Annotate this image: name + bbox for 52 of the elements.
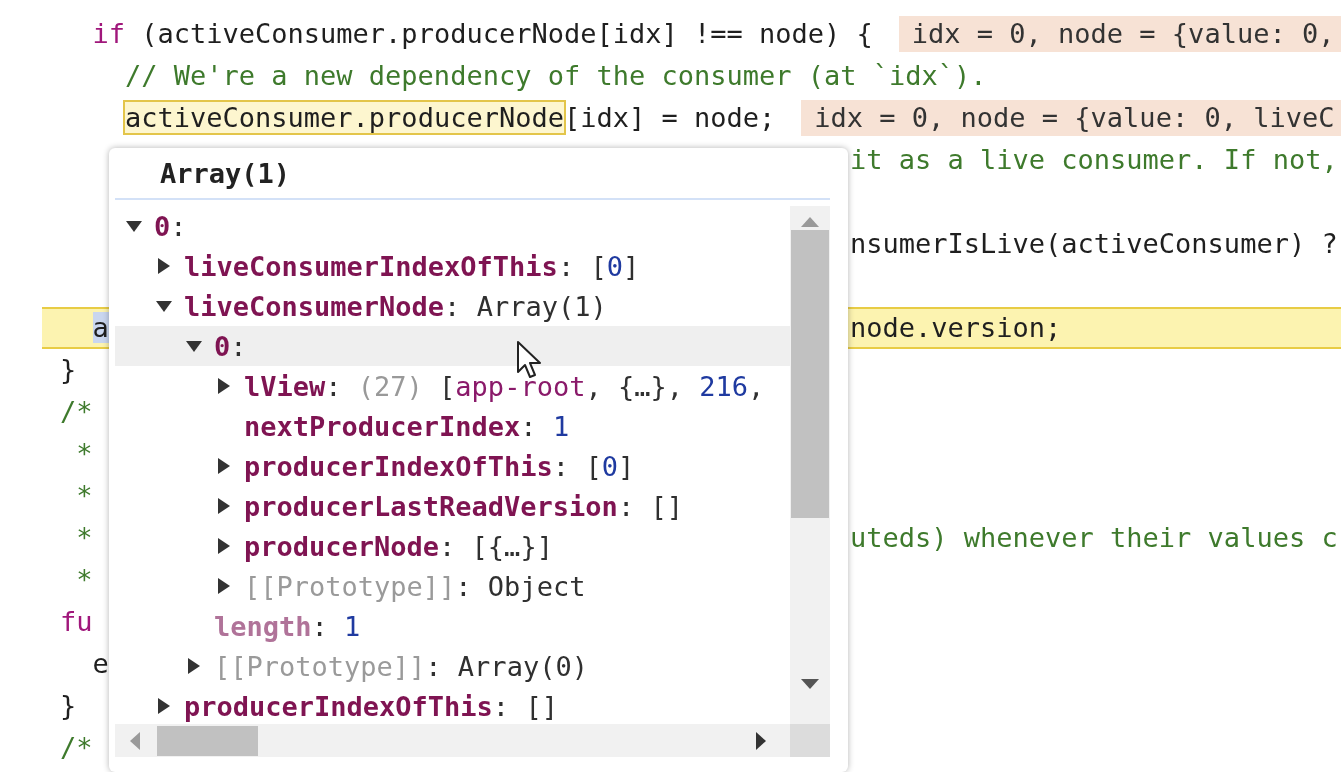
code-line: * bbox=[75, 563, 93, 597]
property-text: producerLastReadVersion: [] bbox=[244, 490, 683, 522]
code-fragment: it as a live consumer. If not, bbox=[850, 143, 1338, 177]
property-text: 0: bbox=[154, 210, 187, 242]
tree-row[interactable]: liveConsumerNode: Array(1) bbox=[115, 286, 790, 326]
property-text: [[Prototype]]: Object bbox=[244, 570, 586, 602]
property-text: producerIndexOfThis: [] bbox=[184, 690, 558, 722]
tree-row[interactable]: 0: bbox=[115, 206, 790, 246]
scroll-right-icon[interactable] bbox=[755, 730, 767, 751]
tree-row[interactable]: 0: bbox=[115, 326, 790, 366]
tree-row[interactable]: producerLastReadVersion: [] bbox=[115, 486, 790, 526]
tree-row[interactable]: producerIndexOfThis: [] bbox=[115, 686, 790, 724]
property-text: [[Prototype]]: Array(0) bbox=[214, 650, 588, 682]
scrollbar-thumb[interactable] bbox=[791, 230, 829, 518]
code-line: /* bbox=[60, 731, 93, 765]
code-line: * bbox=[75, 437, 93, 471]
scrollbar-corner bbox=[790, 724, 830, 757]
code-fragment: uteds) whenever their values c bbox=[850, 521, 1338, 555]
property-text: length: 1 bbox=[214, 610, 361, 642]
code-line: e bbox=[91, 647, 109, 681]
property-text: liveConsumerNode: Array(1) bbox=[184, 290, 607, 322]
tree-row[interactable]: lView: (27) [app-root, {…}, 216, bbox=[115, 366, 790, 406]
scroll-down-icon[interactable] bbox=[800, 678, 820, 690]
popover-title: Array(1) bbox=[160, 157, 291, 189]
tree-row[interactable]: length: 1 bbox=[115, 606, 790, 646]
tree-row[interactable]: [[Prototype]]: Array(0) bbox=[115, 646, 790, 686]
tree-row[interactable]: [[Prototype]]: Object bbox=[115, 566, 790, 606]
code-line: * bbox=[75, 479, 93, 513]
scrollbar-thumb[interactable] bbox=[157, 725, 258, 756]
tree-row[interactable]: nextProducerIndex: 1 bbox=[115, 406, 790, 446]
code-line: /* bbox=[60, 395, 93, 429]
code-fragment: node.version; bbox=[850, 311, 1062, 345]
vertical-scrollbar[interactable] bbox=[790, 206, 830, 724]
property-text: lView: (27) [app-root, {…}, 216, bbox=[244, 370, 765, 402]
tree-row[interactable]: producerIndexOfThis: [0] bbox=[115, 446, 790, 486]
property-text: nextProducerIndex: 1 bbox=[244, 410, 570, 442]
code-line: // We're a new dependency of the consumer (at `idx`). bbox=[124, 59, 987, 93]
code-line: * bbox=[75, 521, 93, 555]
code-fragment: nsumerIsLive(activeConsumer) ? bbox=[850, 227, 1338, 261]
property-text: 0: bbox=[214, 330, 247, 362]
property-text: producerIndexOfThis: [0] bbox=[244, 450, 635, 482]
tree-row[interactable]: producerNode: [{…}] bbox=[115, 526, 790, 566]
property-text: liveConsumerIndexOfThis: [0] bbox=[184, 250, 640, 282]
horizontal-scrollbar[interactable] bbox=[115, 724, 790, 757]
code-line: } bbox=[60, 689, 77, 723]
code-line: } bbox=[60, 353, 77, 387]
property-text: producerNode: [{…}] bbox=[244, 530, 553, 562]
code-line: fu bbox=[60, 605, 93, 639]
code-line: if (activeConsumer.producerNode[idx] !== node) { bbox=[91, 17, 873, 51]
inline-value: idx = 0, node = {value: 0, bbox=[898, 16, 1341, 52]
tree-row[interactable]: liveConsumerIndexOfThis: [0] bbox=[115, 246, 790, 286]
inline-value: idx = 0, node = {value: 0, liveC bbox=[801, 100, 1341, 136]
